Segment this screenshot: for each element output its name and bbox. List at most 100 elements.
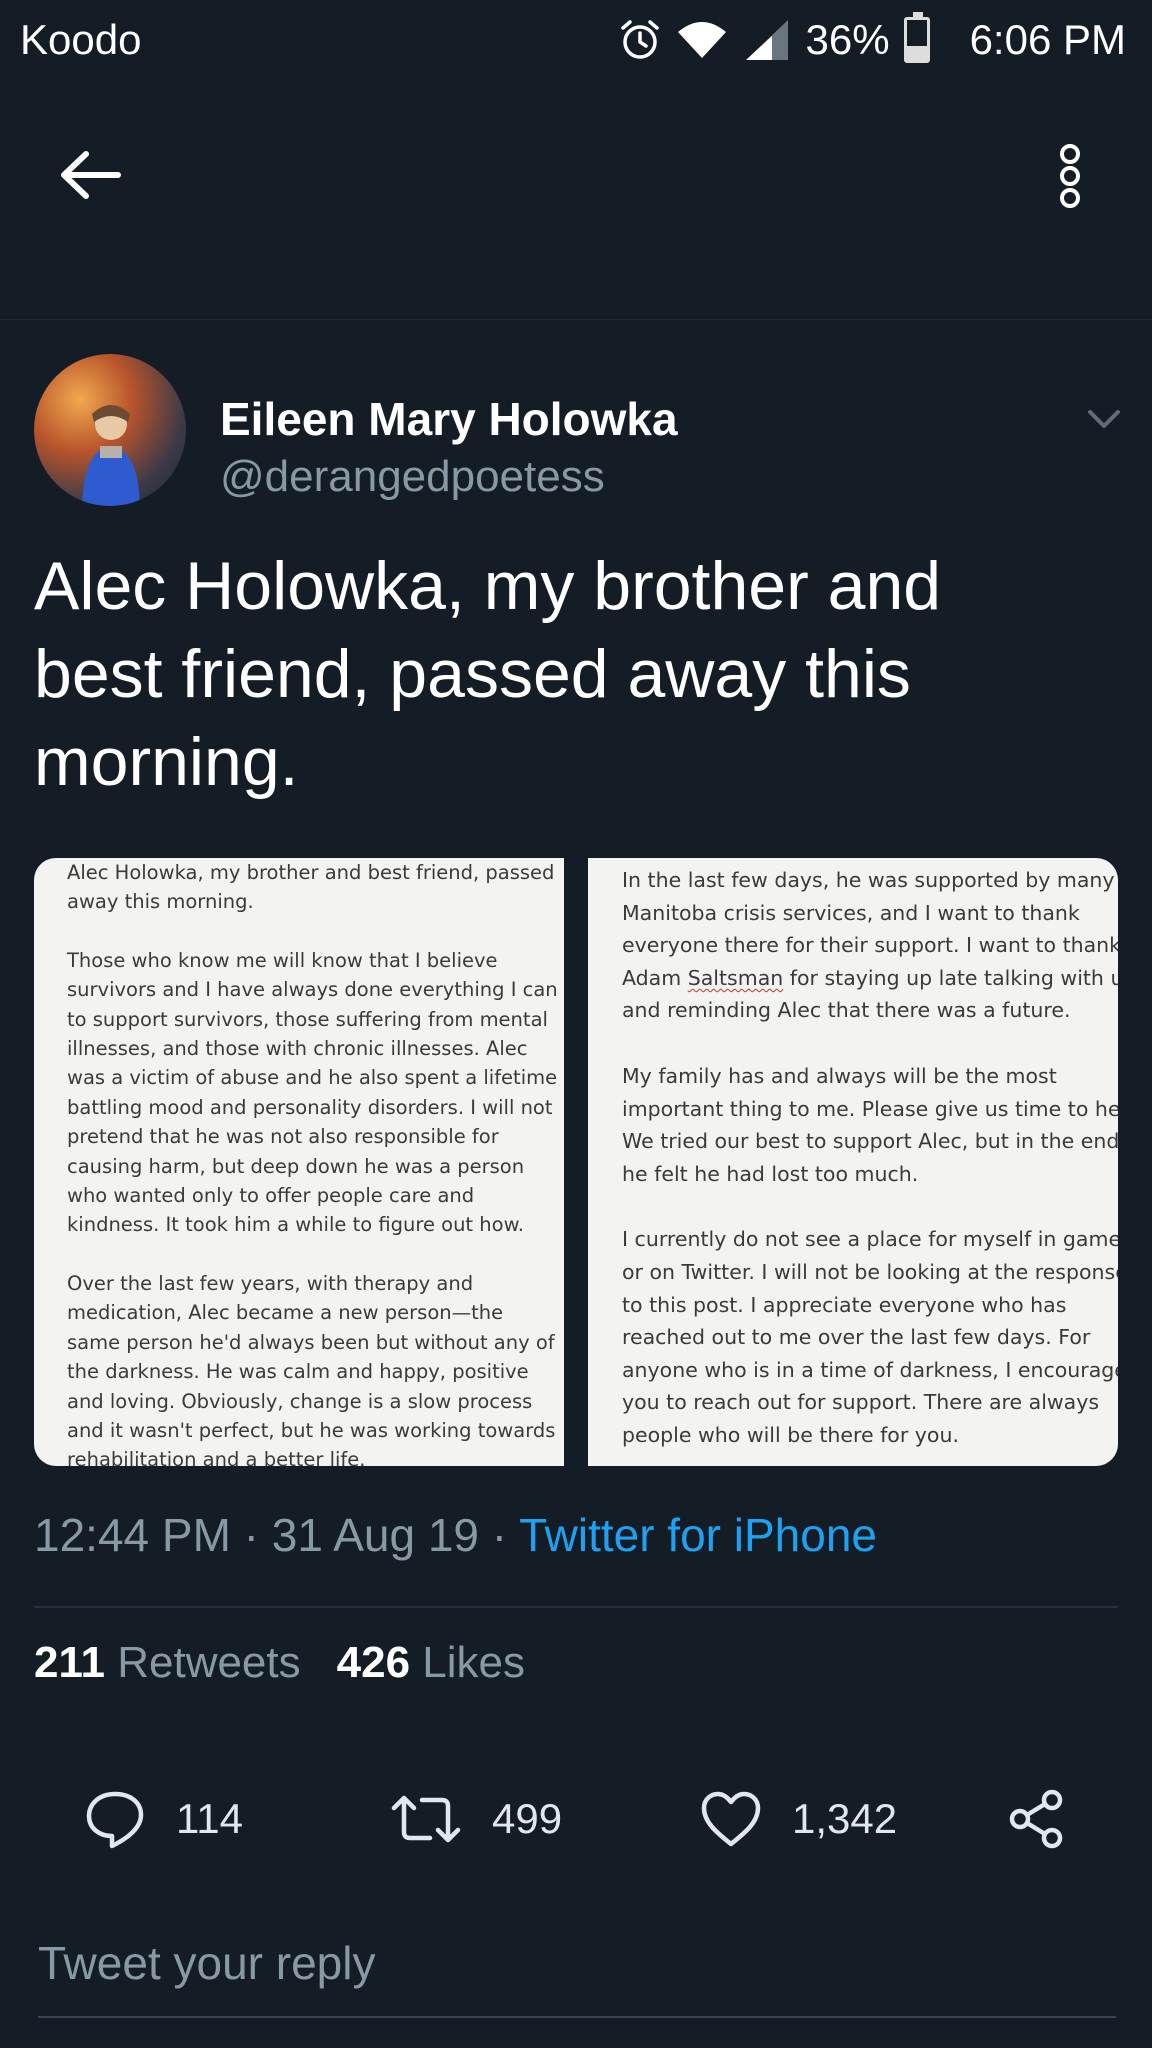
status-icons: 36% 6:06 PM [618,12,1126,64]
tweet-text-line: best friend, passed away this [34,636,911,712]
statement-line: We tried our best to support Alec, but i… [622,1129,1118,1154]
tweet-text-line: morning. [34,724,299,800]
more-button[interactable] [1040,130,1100,230]
statement-line: illnesses, and those with chronic illnes… [67,1037,528,1061]
tweet-media: Alec Holowka, my brother and best friend… [34,858,1118,1466]
separator: · [479,1509,520,1561]
clock: 6:06 PM [969,16,1126,63]
like-button[interactable]: 1,342 [700,1764,897,1874]
avatar[interactable] [34,354,186,506]
reply-input[interactable]: Tweet your reply [38,1910,1116,2018]
retweet-button[interactable]: 499 [390,1764,562,1874]
divider [34,1606,1118,1608]
statement-line: anyone who is in a time of darkness, I e… [622,1357,1118,1382]
statement-line: battling mood and personality disorders.… [67,1095,553,1119]
statement-line: I currently do not see a place for mysel… [622,1227,1118,1252]
statement-line: people who will be there for you. [622,1422,959,1447]
statement-line: the darkness. He was calm and happy, pos… [67,1360,529,1384]
author-handle[interactable]: @derangedpoetess [220,452,605,502]
alarm-icon [618,18,662,62]
statement-line: medication, Alec became a new person—the [67,1301,504,1325]
avatar-person-image [82,405,140,506]
statement-line: reached out to me over the last few days… [622,1325,1091,1350]
statement-line: to this post. I appreciate everyone who … [622,1292,1067,1317]
statement-line: Alec Holowka, my brother and best friend… [67,861,555,884]
tweet-time: 12:44 PM [34,1509,231,1561]
statement-line: In the last few days, he was supported b… [622,868,1115,892]
spellcheck-flagged-word: Saltsman [687,965,784,990]
statement-line: or on Twitter. I will not be looking at … [622,1259,1118,1284]
battery-icon [903,12,930,63]
statement-paragraph: In the last few days, he was supported b… [622,864,1118,1027]
tweet-stats: 211 Retweets 426 Likes [34,1638,525,1688]
statement-line: survivors and I have always done everyth… [67,978,558,1002]
share-button[interactable] [1006,1764,1068,1874]
tweet-date: 31 Aug 19 [271,1509,479,1561]
status-bar: Koodo 36% 6:06 PM [0,0,1152,80]
statement-line: away this morning. [67,890,254,914]
statement-line: causing harm, but deep down he was a per… [67,1154,525,1178]
statement-text: Adam [622,965,688,990]
tweet-text: Alec Holowka, my brother and best friend… [34,542,1114,806]
like-count: 1,342 [792,1795,898,1842]
back-button[interactable] [56,140,126,210]
tweet-source-link[interactable]: Twitter for iPhone [519,1509,877,1561]
signal-icon [742,18,792,62]
statement-paragraph: Alec Holowka, my brother and best friend… [67,858,555,917]
tweet-text-line: Alec Holowka, my brother and [34,548,942,624]
statement-paragraph: I currently do not see a place for mysel… [622,1223,1118,1451]
battery-level [906,45,927,60]
likes-label: Likes [422,1638,526,1687]
statement-line: everyone there for their support. I want… [622,933,1118,958]
statement-line: Manitoba crisis services, and I want to … [622,900,1080,925]
tweet-actions: 114 499 1,342 [0,1764,1152,1874]
statement-line: rehabilitation and a better life. [67,1448,366,1466]
retweets-stat[interactable]: 211 Retweets [34,1638,301,1688]
author-row: Eileen Mary Holowka @derangedpoetess [34,352,1124,512]
heart-icon [701,1791,761,1847]
wifi-icon [676,20,728,60]
share-icon [1009,1789,1063,1849]
retweet-count: 499 [492,1795,563,1842]
statement-line: he felt he had lost too much. [622,1161,919,1186]
retweets-count: 211 [34,1638,105,1687]
battery-percent: 36% [805,16,890,63]
statement-text: for staying up late talking with u [783,965,1118,990]
statement-line: was a victim of abuse and he also spent … [67,1066,558,1090]
statement-paragraph: Those who know me will know that I belie… [67,946,558,1240]
tweet-timestamp: 12:44 PM · 31 Aug 19 · Twitter for iPhon… [34,1508,877,1562]
statement-line: Over the last few years, with therapy an… [67,1271,474,1295]
statement-line: and it wasn't perfect, but he was workin… [67,1418,556,1442]
statement-line: kindness. It took him a while to figure … [67,1213,524,1237]
statement-line: you to reach out for support. There are … [622,1390,1100,1415]
media-image-right[interactable]: In the last few days, he was supported b… [588,858,1118,1466]
statement-line: and loving. Obviously, change is a slow … [67,1389,533,1413]
likes-stat[interactable]: 426 Likes [337,1638,525,1688]
reply-count: 114 [176,1795,243,1842]
statement-line: and reminding Alec that there was a futu… [622,998,1071,1023]
likes-count: 426 [336,1638,411,1687]
statement-paragraph: Over the last few years, with therapy an… [67,1269,556,1466]
statement-line: My family has and always will be the mos… [622,1063,1057,1088]
app-bar [0,80,1152,320]
statement-line: Adam Saltsman for staying up late talkin… [622,962,1118,995]
reply-button[interactable]: 114 [84,1764,243,1874]
media-image-left[interactable]: Alec Holowka, my brother and best friend… [34,858,564,1466]
statement-line: Those who know me will know that I belie… [67,948,498,972]
statement-paragraph: My family has and always will be the mos… [622,1060,1118,1190]
chevron-down-icon [1088,410,1120,428]
carrier-name: Koodo [20,16,142,63]
tweet-options-button[interactable] [1084,400,1124,440]
statement-line: pretend that he was not also responsible… [67,1125,499,1149]
author-display-name[interactable]: Eileen Mary Holowka [220,392,678,446]
statement-line: important thing to me. Please give us ti… [622,1096,1118,1121]
reply-icon [86,1791,144,1849]
reply-placeholder: Tweet your reply [38,1937,376,1989]
statement-line: to support survivors, those suffering fr… [67,1007,548,1031]
retweet-icon [391,1795,461,1843]
statement-line: who wanted only to offer people care and [67,1184,475,1208]
separator: · [230,1509,272,1561]
statement-line: same person he'd always been but without… [67,1330,555,1354]
retweets-label: Retweets [117,1638,301,1687]
arrow-left-icon [61,151,121,199]
